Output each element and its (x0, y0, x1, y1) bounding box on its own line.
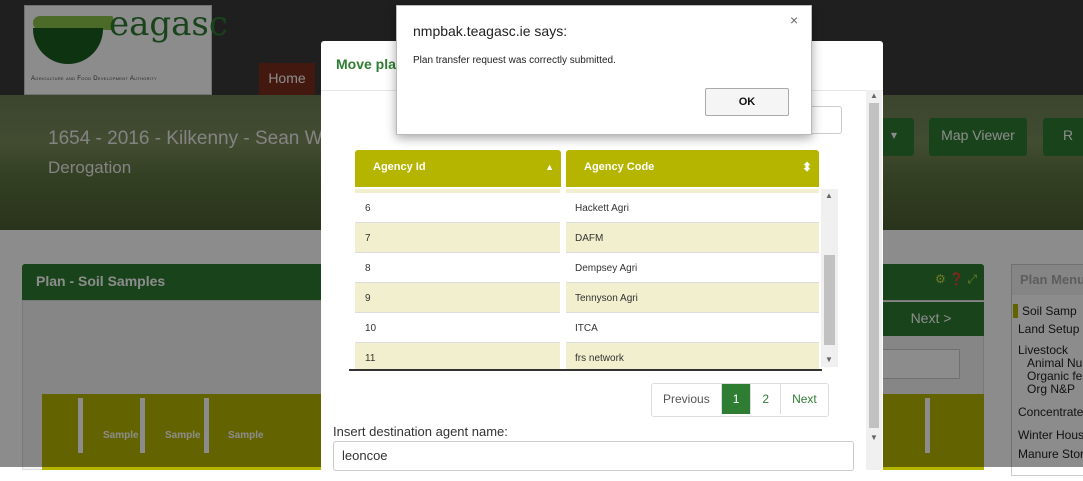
sort-both-icon: ⬍ (801, 160, 812, 174)
modal-title: Move pla (336, 56, 396, 72)
column-divider (560, 189, 566, 369)
agency-code-cell: ITCA (575, 323, 598, 334)
agency-code-cell: Hackett Agri (575, 203, 629, 214)
agency-table: 6 Hackett Agri 7 DAFM 8 Dempsey Agri 9 T… (355, 189, 819, 369)
table-bottom-border (349, 369, 822, 371)
destination-agent-label: Insert destination agent name: (333, 424, 508, 439)
table-scrollbar-thumb[interactable] (824, 255, 835, 345)
agency-id-cell: 7 (365, 233, 371, 244)
table-row[interactable]: 10 ITCA (355, 313, 819, 343)
column-header-label: Agency Code (584, 161, 655, 173)
modal-scrollbar-thumb[interactable] (869, 103, 879, 428)
pagination-page-2[interactable]: 2 (751, 384, 782, 414)
agency-code-cell: Tennyson Agri (575, 293, 638, 304)
alert-message: Plan transfer request was correctly subm… (413, 55, 616, 66)
agency-id-cell: 9 (365, 293, 371, 304)
table-row[interactable]: 6 Hackett Agri (355, 193, 819, 223)
agency-id-cell: 10 (365, 323, 377, 334)
scroll-up-icon[interactable]: ▲ (825, 191, 833, 200)
close-icon[interactable]: × (790, 12, 798, 28)
agency-id-cell: 6 (365, 203, 371, 214)
column-header-agency-code[interactable]: Agency Code ⬍ (566, 150, 819, 187)
agency-id-cell: 11 (365, 353, 376, 364)
agency-id-cell: 8 (365, 263, 371, 274)
pagination-page-1[interactable]: 1 (721, 384, 752, 414)
agency-code-cell: frs network (575, 353, 624, 364)
ok-button[interactable]: OK (705, 88, 789, 116)
table-row[interactable]: 11 frs network (355, 343, 819, 369)
scroll-up-icon[interactable]: ▲ (870, 91, 878, 100)
sort-asc-icon: ▲ (545, 162, 554, 172)
table-row[interactable]: 7 DAFM (355, 223, 819, 253)
table-row[interactable]: 9 Tennyson Agri (355, 283, 819, 313)
scroll-down-icon[interactable]: ▼ (825, 355, 833, 364)
table-row[interactable]: 8 Dempsey Agri (355, 253, 819, 283)
alert-title: nmpbak.teagasc.ie says: (413, 23, 568, 39)
column-header-label: Agency Id (373, 161, 426, 173)
pagination-previous[interactable]: Previous (652, 384, 722, 414)
table-search-input[interactable] (808, 106, 842, 134)
pagination-next[interactable]: Next (781, 384, 828, 414)
agency-code-cell: DAFM (575, 233, 604, 244)
scroll-down-icon[interactable]: ▼ (870, 433, 878, 442)
agency-code-cell: Dempsey Agri (575, 263, 638, 274)
pagination: Previous 1 2 Next (651, 383, 829, 417)
column-header-agency-id[interactable]: Agency Id ▲ (355, 150, 561, 187)
